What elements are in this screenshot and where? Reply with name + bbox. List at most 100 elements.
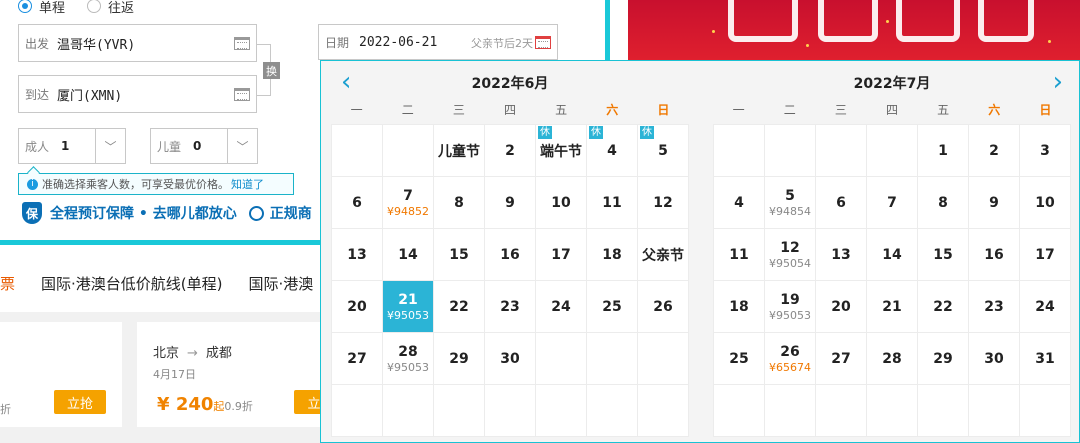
- day-number: 23: [984, 298, 1004, 315]
- calendar-day[interactable]: 7 ¥94852: [383, 177, 433, 228]
- calendar-day[interactable]: 24: [1020, 281, 1070, 332]
- calendar-day[interactable]: 20: [332, 281, 382, 332]
- calendar-day[interactable]: 30: [485, 333, 535, 384]
- calendar-day[interactable]: 9: [485, 177, 535, 228]
- depart-field[interactable]: 出发 温哥华(YVR): [18, 24, 257, 62]
- calendar-day[interactable]: 14: [383, 229, 433, 280]
- calendar-day[interactable]: 30: [969, 333, 1019, 384]
- calendar-day[interactable]: 23: [485, 281, 535, 332]
- day-price: ¥95053: [387, 360, 429, 374]
- calendar-day[interactable]: 5 ¥94854: [765, 177, 815, 228]
- calendar-day[interactable]: 休5: [638, 125, 688, 176]
- calendar-day[interactable]: 22: [918, 281, 968, 332]
- deal-card[interactable]: 折 立抢: [0, 322, 122, 427]
- tab-intl-oneway[interactable]: 国际·港澳台低价航线(单程): [41, 273, 222, 294]
- day-number: 端午节: [540, 143, 582, 160]
- calendar-day[interactable]: 28 ¥95053: [383, 333, 433, 384]
- calendar-day[interactable]: 18: [587, 229, 637, 280]
- calendar-day[interactable]: 8: [434, 177, 484, 228]
- deal-card[interactable]: 北京 → 成都 4月17日 ¥ 240起0.9折 立: [137, 322, 334, 427]
- calendar-day[interactable]: 14: [867, 229, 917, 280]
- adult-select[interactable]: 成人 1 ﹀: [18, 128, 126, 164]
- route-tabs: 票 国际·港澳台低价航线(单程) 国际·港澳: [0, 270, 339, 296]
- calendar-day[interactable]: 20: [816, 281, 866, 332]
- calendar-day[interactable]: 11: [714, 229, 764, 280]
- calendar-day[interactable]: 父亲节: [638, 229, 688, 280]
- day-number: 18: [729, 298, 749, 315]
- tab-intl-hk[interactable]: 国际·港澳: [249, 273, 314, 294]
- chevron-down-icon[interactable]: ﹀: [95, 129, 125, 163]
- calendar-day[interactable]: 儿童节: [434, 125, 484, 176]
- calendar-day[interactable]: 19 ¥95053: [765, 281, 815, 332]
- calendar-day[interactable]: 2: [969, 125, 1019, 176]
- promo-banner[interactable]: [628, 0, 1080, 62]
- date-field[interactable]: 日期 2022-06-21 父亲节后2天: [318, 24, 558, 60]
- oneway-radio[interactable]: 单程: [18, 0, 65, 16]
- calendar-day[interactable]: 3: [1020, 125, 1070, 176]
- calendar-day[interactable]: 13: [332, 229, 382, 280]
- calendar-day[interactable]: 10: [1020, 177, 1070, 228]
- calendar-day[interactable]: 25: [714, 333, 764, 384]
- calendar-day[interactable]: 15: [918, 229, 968, 280]
- calendar-day[interactable]: 12 ¥95054: [765, 229, 815, 280]
- tip-dismiss-link[interactable]: 知道了: [231, 176, 264, 192]
- calendar-day[interactable]: 9: [969, 177, 1019, 228]
- calendar-day[interactable]: 29: [434, 333, 484, 384]
- calendar-day[interactable]: 1: [918, 125, 968, 176]
- calendar-day[interactable]: 18: [714, 281, 764, 332]
- grab-button[interactable]: 立抢: [54, 390, 106, 414]
- banner-glyph: [978, 0, 1034, 42]
- calendar-day[interactable]: 24: [536, 281, 586, 332]
- calendar-day[interactable]: 21 ¥95053: [383, 281, 433, 332]
- calendar-day[interactable]: 25: [587, 281, 637, 332]
- calendar-day[interactable]: 2: [485, 125, 535, 176]
- calendar-empty-cell: [536, 333, 586, 384]
- arrive-field[interactable]: 到达 厦门(XMN): [18, 75, 257, 113]
- calendar-day[interactable]: 27: [332, 333, 382, 384]
- date-picker: ‹ › 2022年6月 一 二 三 四 五 六 日 儿童节 2 休端午节休 4 休 5 6 7…: [320, 60, 1080, 443]
- child-select[interactable]: 儿童 0 ﹀: [150, 128, 258, 164]
- roundtrip-radio[interactable]: 往返: [87, 0, 134, 16]
- calendar-day[interactable]: 7: [867, 177, 917, 228]
- calendar-empty-cell: [536, 385, 586, 436]
- calendar-day[interactable]: 6: [332, 177, 382, 228]
- calendar-day[interactable]: 22: [434, 281, 484, 332]
- calendar-icon[interactable]: [535, 36, 551, 49]
- swap-button[interactable]: 换: [263, 62, 280, 79]
- calendar-day[interactable]: 28: [867, 333, 917, 384]
- adult-label: 成人: [25, 139, 50, 154]
- calendar-day[interactable]: 11: [587, 177, 637, 228]
- calendar-day[interactable]: 15: [434, 229, 484, 280]
- calendar-day[interactable]: 6: [816, 177, 866, 228]
- calendar-day[interactable]: 31: [1020, 333, 1070, 384]
- calendar-day[interactable]: 21: [867, 281, 917, 332]
- calendar-day[interactable]: 休端午节: [536, 125, 586, 176]
- tab-ticket[interactable]: 票: [0, 273, 15, 294]
- calendar-day[interactable]: 17: [1020, 229, 1070, 280]
- calendar-day[interactable]: 27: [816, 333, 866, 384]
- calendar-day[interactable]: 休4: [587, 125, 637, 176]
- day-number: 12: [780, 239, 800, 256]
- calendar-day[interactable]: 16: [485, 229, 535, 280]
- calendar-day[interactable]: 26 ¥65674: [765, 333, 815, 384]
- calendar-day[interactable]: 8: [918, 177, 968, 228]
- calendar-day[interactable]: 29: [918, 333, 968, 384]
- day-number: 29: [933, 350, 953, 367]
- calendar-day[interactable]: 13: [816, 229, 866, 280]
- child-label: 儿童: [157, 139, 182, 154]
- calendar-day[interactable]: 12: [638, 177, 688, 228]
- day-number: 28: [882, 350, 902, 367]
- month-title: 2022年6月: [471, 76, 549, 92]
- divider-line-vertical: [605, 0, 610, 62]
- calendar-day[interactable]: 16: [969, 229, 1019, 280]
- calendar-day[interactable]: 23: [969, 281, 1019, 332]
- day-number: 28: [398, 343, 418, 360]
- calendar-empty-cell: [332, 385, 382, 436]
- calendar-day[interactable]: 4: [714, 177, 764, 228]
- day-number: 4: [734, 194, 744, 211]
- calendar-day[interactable]: 17: [536, 229, 586, 280]
- chevron-down-icon[interactable]: ﹀: [227, 129, 257, 163]
- banner-glyph: [896, 0, 960, 42]
- calendar-day[interactable]: 26: [638, 281, 688, 332]
- calendar-day[interactable]: 10: [536, 177, 586, 228]
